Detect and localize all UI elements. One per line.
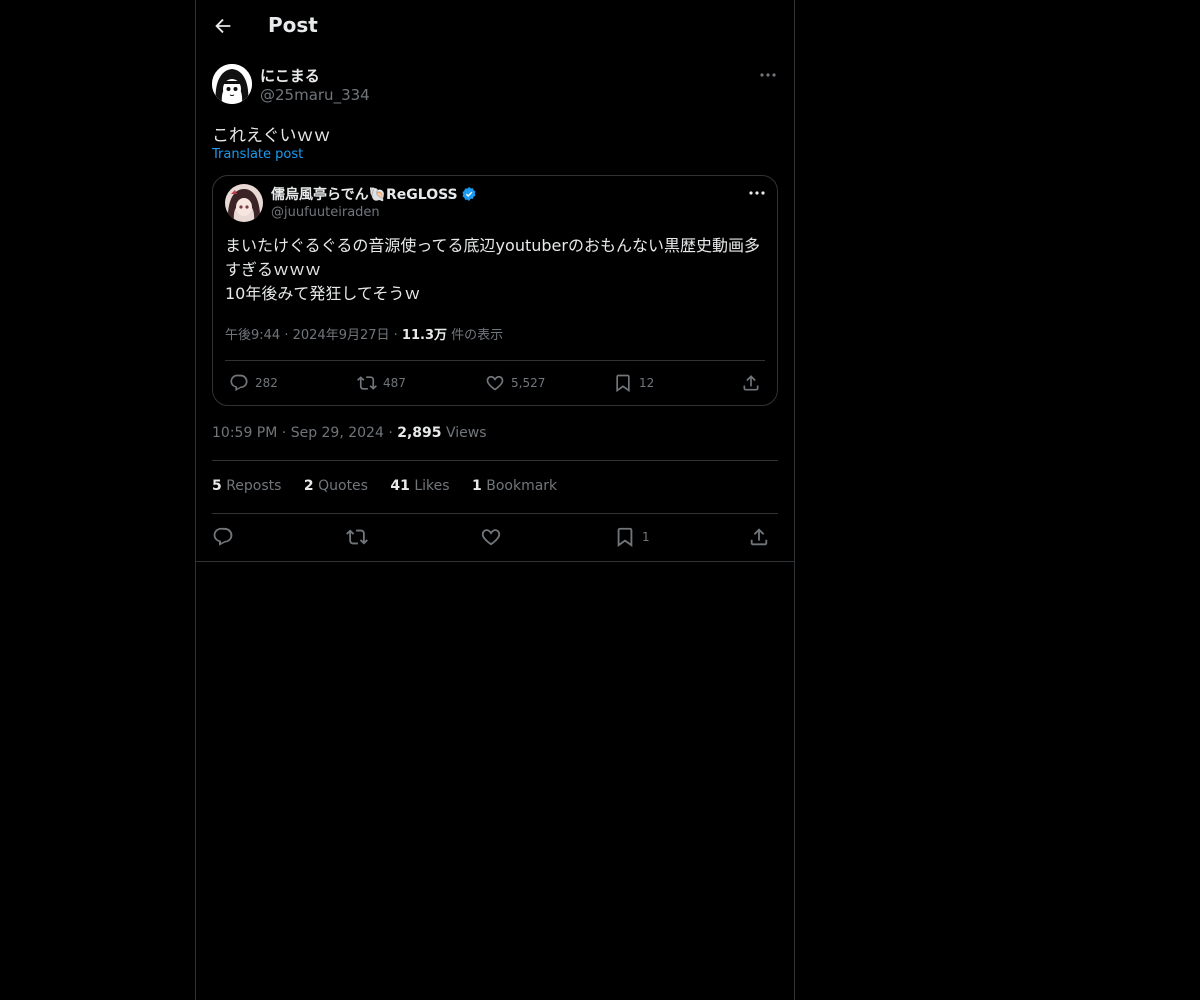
quoted-views-count: 11.3万 [401,328,447,343]
bookmarks-label: Bookmark [486,478,558,494]
translate-post-link[interactable]: Translate post [212,147,303,162]
author-name[interactable]: にこまる [260,65,320,86]
quoted-date[interactable]: 2024年9月27日 [293,328,390,343]
likes-label: Likes [414,478,450,494]
reply-icon [230,374,248,391]
quotes-label: Quotes [318,478,368,494]
quoted-text-line: 10年後みて発狂してそうｗ [225,284,421,303]
divider [212,460,778,461]
reposts-stat[interactable]: 5 Reposts [212,478,281,494]
like-button[interactable]: 5,527 [485,371,545,395]
header: Post [196,0,794,54]
quoted-author-name[interactable]: 儒烏風亭らでん🐚ReGLOSS [271,184,477,204]
repost-icon [346,529,368,545]
divider [196,561,794,562]
share-button[interactable] [741,371,761,395]
bookmarks-stat[interactable]: 1 Bookmark [472,478,557,494]
post-time[interactable]: 10:59 PM [212,425,277,441]
page-title: Post [268,13,318,37]
reply-icon [213,527,233,546]
quoted-post-text: まいたけぐるぐるの音源使ってる底辺youtuberのおもんない黒歴史動画多 すぎ… [225,234,765,306]
bookmark-icon [616,374,630,393]
reply-button[interactable] [212,525,234,549]
repost-count: 487 [383,376,406,390]
reposts-count: 5 [212,478,222,494]
bookmark-count: 1 [642,530,650,544]
repost-icon [357,376,377,390]
post-stats: 5 Reposts 2 Quotes 41 Likes 1 Bookmark [212,478,575,494]
likes-stat[interactable]: 41 Likes [390,478,449,494]
avatar[interactable] [212,64,252,104]
quoted-time: 午後9:44 [225,328,281,343]
quoted-author-name-text: 儒烏風亭らでん🐚ReGLOSS [271,187,458,203]
share-icon [743,375,759,391]
post-meta: 10:59 PM · Sep 29, 2024 · 2,895 Views [212,425,487,441]
share-icon [750,528,768,546]
quotes-stat[interactable]: 2 Quotes [304,478,368,494]
post-column: Post にこまる @25maru_334 これえぐいｗｗ Translate … [195,0,795,1000]
like-button[interactable] [480,525,502,549]
quoted-post[interactable]: 儒烏風亭らでん🐚ReGLOSS @juufuuteiraden まいたけぐるぐる… [212,175,778,406]
back-arrow-icon[interactable] [212,15,234,37]
like-count: 5,527 [511,376,546,390]
bookmark-button[interactable]: 1 [614,525,650,549]
quoted-text-line: すぎるｗｗｗ [225,260,322,279]
verified-badge-icon [461,186,477,202]
quoted-author-handle[interactable]: @juufuuteiraden [271,205,380,220]
share-button[interactable] [748,525,770,549]
views-count: 2,895 [397,425,442,441]
quotes-count: 2 [303,478,314,494]
quoted-text-line: まいたけぐるぐるの音源使ってる底辺youtuberのおもんない黒歴史動画多 [225,236,760,255]
bookmarks-count: 1 [472,478,482,494]
reply-button[interactable]: 282 [229,371,278,395]
more-options-icon[interactable] [747,183,767,203]
post-date[interactable]: Sep 29, 2024 [291,425,384,441]
bookmark-icon [617,527,633,547]
repost-button[interactable]: 487 [357,371,406,395]
divider [212,513,778,514]
quoted-post-meta: 午後9:44 · 2024年9月27日 · 11.3万 件の表示 [225,328,504,343]
post-author: にこまる @25maru_334 [212,64,778,110]
avatar[interactable] [225,184,263,222]
bookmark-count: 12 [639,376,655,390]
post-text: これえぐいｗｗ [212,126,331,146]
quoted-views-label: 件の表示 [451,328,504,343]
heart-icon [481,529,501,546]
more-options-icon[interactable] [758,65,778,85]
quoted-action-bar: 282 487 5,527 12 [225,371,765,395]
action-bar: 1 [212,525,778,551]
divider [225,360,765,361]
views-label: Views [445,425,487,441]
reply-count: 282 [255,376,278,390]
heart-icon [486,375,504,391]
bookmark-button[interactable]: 12 [613,371,654,395]
reposts-label: Reposts [226,478,282,494]
likes-count: 41 [390,478,410,494]
author-handle[interactable]: @25maru_334 [260,86,370,104]
repost-button[interactable] [346,525,368,549]
